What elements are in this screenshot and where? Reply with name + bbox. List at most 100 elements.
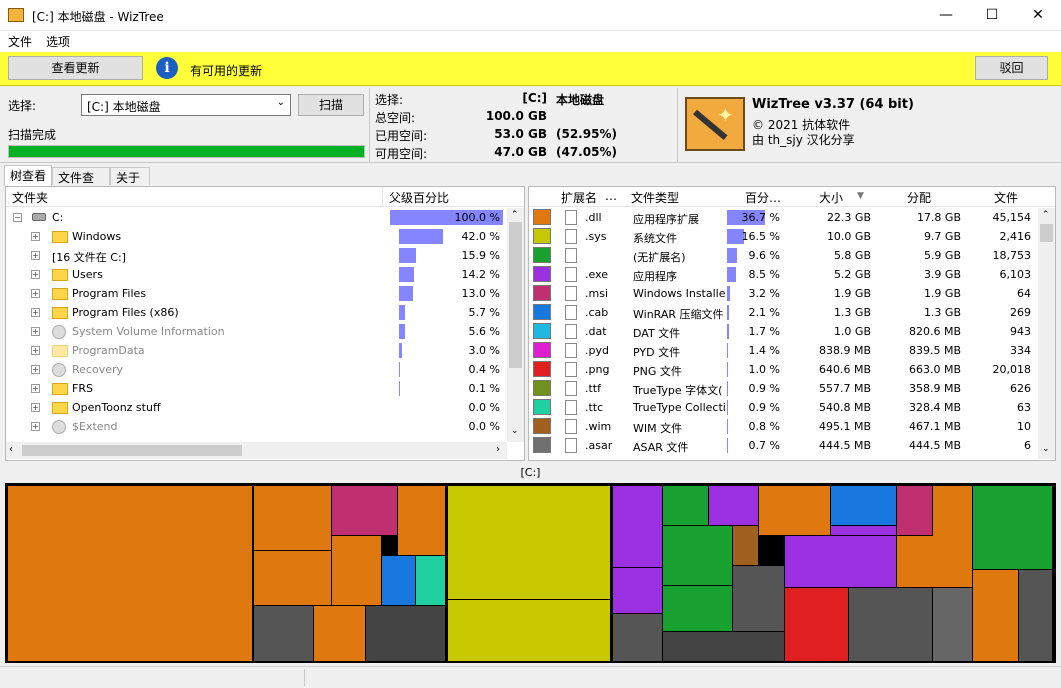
treemap-block[interactable] bbox=[973, 570, 1018, 661]
treemap-block[interactable] bbox=[831, 486, 896, 525]
ext-vscrollbar[interactable]: ⌃ ⌄ bbox=[1038, 208, 1055, 459]
col-ext[interactable]: 扩展名 bbox=[561, 189, 597, 206]
scroll-up-icon[interactable]: ⌃ bbox=[1042, 210, 1050, 220]
tree-row[interactable]: + Recovery 0.4 % bbox=[6, 360, 506, 379]
scroll-thumb[interactable] bbox=[509, 222, 522, 368]
treemap-block[interactable] bbox=[849, 588, 932, 661]
scroll-right-icon[interactable]: › bbox=[496, 444, 500, 455]
tree-vscrollbar[interactable]: ⌃ ⌄ bbox=[507, 208, 524, 442]
tab-about[interactable]: 关于 bbox=[110, 167, 150, 185]
col-folder[interactable]: 文件夹 bbox=[12, 189, 48, 206]
ext-row[interactable]: .dat DAT 文件 1.7 % 1.0 GB 820.6 MB 943 bbox=[529, 322, 1037, 341]
maximize-button[interactable]: ☐ bbox=[969, 0, 1015, 31]
treemap-block[interactable] bbox=[897, 536, 972, 587]
ext-row[interactable]: .wim WIM 文件 0.8 % 495.1 MB 467.1 MB 10 bbox=[529, 417, 1037, 436]
treemap-block[interactable] bbox=[382, 556, 415, 605]
treemap-block[interactable] bbox=[613, 568, 662, 613]
tab-tree-view[interactable]: 树查看 bbox=[4, 165, 52, 186]
ext-row[interactable]: .pyd PYD 文件 1.4 % 838.9 MB 839.5 MB 334 bbox=[529, 341, 1037, 360]
treemap-block[interactable] bbox=[416, 556, 445, 605]
treemap-block[interactable] bbox=[613, 614, 662, 661]
tree-row[interactable]: + FRS 0.1 % bbox=[6, 379, 506, 398]
col-pct[interactable]: 百分… bbox=[745, 189, 781, 206]
treemap-block[interactable] bbox=[663, 586, 732, 631]
treemap-block[interactable] bbox=[1019, 570, 1052, 661]
treemap-block[interactable] bbox=[973, 486, 1052, 569]
expand-icon[interactable]: + bbox=[31, 384, 40, 393]
treemap-block[interactable] bbox=[663, 526, 732, 585]
ext-row[interactable]: (无扩展名) 9.6 % 5.8 GB 5.9 GB 18,753 bbox=[529, 246, 1037, 265]
ext-row[interactable]: .png PNG 文件 1.0 % 640.6 MB 663.0 MB 20,0… bbox=[529, 360, 1037, 379]
minimize-button[interactable]: — bbox=[923, 0, 969, 31]
scroll-up-icon[interactable]: ⌃ bbox=[511, 210, 519, 220]
treemap[interactable] bbox=[5, 483, 1056, 663]
ext-row[interactable]: .ttc TrueType Collectio 0.9 % 540.8 MB 3… bbox=[529, 398, 1037, 417]
tree-row[interactable]: + Windows 42.0 % bbox=[6, 227, 506, 246]
col-files[interactable]: 文件 bbox=[994, 189, 1018, 206]
col-size[interactable]: 大小 bbox=[819, 189, 843, 206]
treemap-block[interactable] bbox=[831, 526, 896, 535]
tree-row[interactable]: + Program Files 13.0 % bbox=[6, 284, 506, 303]
treemap-block[interactable] bbox=[613, 486, 662, 567]
scroll-thumb[interactable] bbox=[1040, 224, 1053, 242]
tree-row[interactable]: + Program Files (x86) 5.7 % bbox=[6, 303, 506, 322]
tree-row[interactable]: + Users 14.2 % bbox=[6, 265, 506, 284]
scroll-down-icon[interactable]: ⌄ bbox=[511, 426, 519, 436]
treemap-block[interactable] bbox=[785, 588, 848, 661]
treemap-block[interactable] bbox=[254, 486, 331, 550]
tree-row[interactable]: + $Extend 0.0 % bbox=[6, 417, 506, 436]
tree-row-root[interactable]: − C: 100.0 % bbox=[6, 208, 506, 227]
treemap-block[interactable] bbox=[663, 486, 708, 525]
expand-icon[interactable]: + bbox=[31, 270, 40, 279]
treemap-block[interactable] bbox=[8, 486, 252, 661]
treemap-block[interactable] bbox=[733, 526, 758, 565]
tree-row[interactable]: + [16 文件在 C:] 15.9 % bbox=[6, 246, 506, 265]
treemap-block[interactable] bbox=[332, 536, 381, 605]
drive-select[interactable]: [C:] 本地磁盘 ⌄ bbox=[81, 94, 291, 116]
expand-icon[interactable]: + bbox=[31, 289, 40, 298]
treemap-block[interactable] bbox=[332, 486, 397, 535]
scroll-down-icon[interactable]: ⌄ bbox=[1042, 444, 1050, 454]
ext-row[interactable]: .dll 应用程序扩展 36.7 % 22.3 GB 17.8 GB 45,15… bbox=[529, 208, 1037, 227]
ext-row[interactable]: .msi Windows Installer 3.2 % 1.9 GB 1.9 … bbox=[529, 284, 1037, 303]
scan-button[interactable]: 扫描 bbox=[298, 94, 364, 116]
treemap-block[interactable] bbox=[254, 551, 331, 605]
treemap-block[interactable] bbox=[366, 606, 445, 661]
col-alloc[interactable]: 分配 bbox=[907, 189, 931, 206]
menu-file[interactable]: 文件 bbox=[8, 33, 32, 50]
collapse-icon[interactable]: − bbox=[13, 213, 22, 222]
tree-row[interactable]: + OpenToonz stuff 0.0 % bbox=[6, 398, 506, 417]
col-more[interactable]: … bbox=[605, 189, 617, 203]
treemap-block[interactable] bbox=[759, 486, 830, 535]
tree-row[interactable]: + ProgramData 3.0 % bbox=[6, 341, 506, 360]
treemap-block[interactable] bbox=[448, 486, 610, 599]
dismiss-button[interactable]: 驳回 bbox=[975, 56, 1048, 80]
treemap-block[interactable] bbox=[314, 606, 365, 661]
col-parent-pct[interactable]: 父级百分比 bbox=[389, 189, 449, 206]
ext-row[interactable]: .exe 应用程序 8.5 % 5.2 GB 3.9 GB 6,103 bbox=[529, 265, 1037, 284]
treemap-block[interactable] bbox=[448, 600, 610, 661]
expand-icon[interactable]: + bbox=[31, 232, 40, 241]
treemap-block[interactable] bbox=[785, 536, 896, 587]
treemap-block[interactable] bbox=[663, 632, 784, 661]
menu-options[interactable]: 选项 bbox=[46, 33, 70, 50]
ext-row[interactable]: .cab WinRAR 压缩文件 2.1 % 1.3 GB 1.3 GB 269 bbox=[529, 303, 1037, 322]
check-updates-button[interactable]: 查看更新 bbox=[8, 56, 143, 80]
expand-icon[interactable]: + bbox=[31, 308, 40, 317]
expand-icon[interactable]: + bbox=[31, 251, 40, 260]
col-type[interactable]: 文件类型 bbox=[631, 189, 679, 206]
expand-icon[interactable]: + bbox=[31, 422, 40, 431]
expand-icon[interactable]: + bbox=[31, 346, 40, 355]
treemap-block[interactable] bbox=[933, 588, 972, 661]
treemap-block[interactable] bbox=[398, 486, 445, 555]
ext-row[interactable]: .sys 系统文件 16.5 % 10.0 GB 9.7 GB 2,416 bbox=[529, 227, 1037, 246]
scroll-thumb[interactable] bbox=[22, 445, 242, 456]
treemap-block[interactable] bbox=[709, 486, 758, 525]
scroll-left-icon[interactable]: ‹ bbox=[9, 444, 13, 455]
close-button[interactable]: ✕ bbox=[1015, 0, 1061, 31]
tree-hscrollbar[interactable]: ‹ › bbox=[6, 442, 507, 459]
tree-row[interactable]: + System Volume Information 5.6 % bbox=[6, 322, 506, 341]
treemap-block[interactable] bbox=[733, 566, 784, 631]
expand-icon[interactable]: + bbox=[31, 327, 40, 336]
treemap-block[interactable] bbox=[254, 606, 313, 661]
